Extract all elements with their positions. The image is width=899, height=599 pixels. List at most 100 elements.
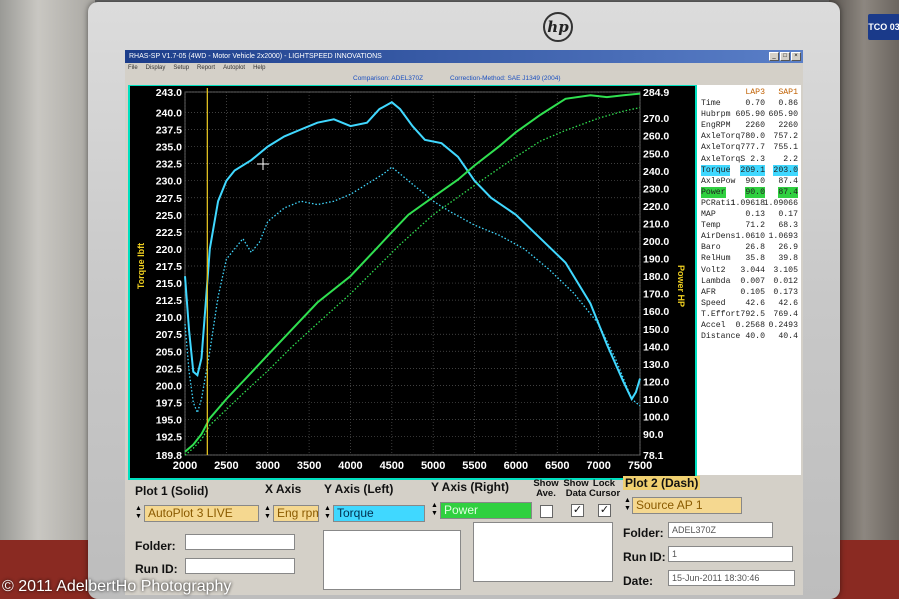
y-right-select[interactable]: Power (440, 502, 532, 519)
run-id2-label: Run ID: (623, 550, 666, 564)
maximize-button[interactable]: □ (780, 52, 790, 61)
date-field: 15-Jun-2011 18:30:46 (668, 570, 795, 586)
header-sap1: SAP1 (778, 88, 798, 97)
y-left-tick-label: 195.0 (156, 415, 182, 427)
y-right-label: Y Axis (Right) (431, 480, 510, 494)
data-row-value-sap1: 1.0693 (768, 232, 798, 242)
data-row-value-lap3: 792.5 (740, 309, 765, 319)
y-right-tick-label: 150.0 (643, 324, 669, 336)
data-row-value-lap3: 35.8 (745, 254, 765, 264)
data-row: AxleTorqS 2.3 2.2 (697, 154, 801, 165)
dyno-chart[interactable]: 2000 2500 3000 3500 4000 4500 5000 5500 6000 6500… (130, 86, 695, 478)
y-right-tick-label: 120.0 (643, 376, 669, 388)
notes2-field[interactable] (473, 522, 613, 582)
y-right-tick-label: 230.0 (643, 183, 669, 195)
y-right-tick-label: 160.0 (643, 306, 669, 318)
tco-badge: TCO 03 (868, 14, 899, 40)
run-id2-field[interactable]: 1 (668, 546, 793, 562)
run-id1-label: Run ID: (135, 562, 178, 576)
menu-setup[interactable]: Setup (173, 63, 189, 74)
photo-watermark: © 2011 AdelbertHo Photography (2, 578, 232, 595)
data-row: Speed 42.6 42.6 (697, 298, 801, 309)
lock-cursor-checkbox[interactable]: ✓ (598, 504, 611, 517)
run-id1-field[interactable] (185, 558, 295, 574)
notes1-field[interactable] (323, 530, 461, 590)
plot1-spin-icon[interactable]: ▲ ▼ (134, 505, 143, 522)
data-row-label: AirDens (701, 232, 736, 242)
plot1-select[interactable]: AutoPlot 3 LIVE (144, 505, 259, 522)
y-left-tick-label: 220.0 (156, 244, 182, 256)
x-axis-select[interactable]: Eng rpm (273, 505, 319, 522)
data-row: Torque 209.1 203.0 (697, 164, 801, 176)
data-row-label: Temp (701, 221, 721, 231)
data-row-value-sap1: 68.3 (778, 221, 798, 231)
data-row-value-lap3: 0.105 (740, 287, 765, 297)
data-row-value-lap3: 209.1 (740, 164, 765, 176)
data-row-label: Hubrpm (701, 110, 731, 120)
show-data-checkbox[interactable]: ✓ (571, 504, 584, 517)
x-tick-label: 3500 (297, 460, 321, 472)
menu-help[interactable]: Help (253, 63, 265, 74)
y-left-tick-label: 210.0 (156, 312, 182, 324)
data-row-value-sap1: 42.6 (778, 298, 798, 308)
data-row: Distance 40.0 40.4 (697, 331, 801, 342)
data-row: MAP 0.13 0.17 (697, 209, 801, 220)
x-tick-label: 4500 (380, 460, 404, 472)
menu-display[interactable]: Display (146, 63, 166, 74)
data-row-value-sap1: 0.173 (773, 287, 798, 297)
data-row: AirDens 1.0610 1.0693 (697, 231, 801, 242)
menu-autoplot[interactable]: Autoplot (223, 63, 245, 74)
data-row-value-lap3: 3.044 (740, 265, 765, 275)
data-row: Volt2 3.044 3.105 (697, 265, 801, 276)
data-row-value-lap3: 0.2568 (735, 321, 765, 330)
background-wall-left (0, 0, 95, 599)
data-row: AFR 0.105 0.173 (697, 287, 801, 298)
y-left-select[interactable]: Torque (333, 505, 425, 522)
data-row-value-sap1: 0.2493 (768, 321, 798, 330)
y-left-tick-label: 205.0 (156, 346, 182, 358)
data-row-value-lap3: 0.13 (745, 210, 765, 219)
data-row-value-sap1: 0.012 (773, 276, 798, 286)
y-left-tick-label: 222.5 (156, 227, 182, 239)
show-ave-checkbox[interactable] (540, 505, 553, 518)
close-button[interactable]: × (791, 52, 801, 61)
y-right-tick-label: 284.9 (643, 87, 669, 99)
x-axis-spin-icon[interactable]: ▲ ▼ (263, 505, 272, 522)
torque-dotted-line (184, 166, 641, 415)
date-label: Date: (623, 574, 654, 588)
menu-file[interactable]: File (128, 63, 138, 74)
data-row-value-sap1: 0.17 (778, 210, 798, 219)
menu-report[interactable]: Report (197, 63, 215, 74)
plot2-spin-icon[interactable]: ▲ ▼ (623, 497, 632, 514)
y-left-tick-label: 225.0 (156, 210, 182, 222)
data-row-value-sap1: 87.4 (778, 186, 798, 198)
minimize-button[interactable]: _ (769, 52, 779, 61)
y-left-tick-label: 240.0 (156, 107, 182, 119)
plot1-label: Plot 1 (Solid) (135, 484, 209, 498)
y-right-tick-label: 240.0 (643, 166, 669, 178)
data-row-label: AxleTorqS (701, 154, 746, 164)
y-right-spin-icon[interactable]: ▲ ▼ (430, 502, 439, 519)
folder1-label: Folder: (135, 539, 176, 553)
data-row: AxleTorq 780.0 757.2 (697, 131, 801, 142)
plot2-select[interactable]: Source AP 1 (632, 497, 742, 514)
x-tick-label: 3000 (255, 460, 279, 472)
folder1-field[interactable] (185, 534, 295, 550)
y-left-tick-label: 227.5 (156, 193, 182, 205)
hp-logo: hp (543, 12, 573, 42)
data-row: Accel 0.2568 0.2493 (697, 320, 801, 331)
y-right-tick-label: 180.0 (643, 271, 669, 283)
data-row-label: Volt2 (701, 265, 726, 275)
y-left-tick-label: 230.0 (156, 176, 182, 188)
data-row-label: Baro (701, 243, 721, 253)
data-row-value-lap3: 90.0 (745, 176, 765, 186)
data-row-label: MAP (701, 210, 716, 219)
data-row-label: AxleTorq (701, 143, 741, 153)
data-row-value-lap3: 2.3 (750, 154, 765, 164)
data-row-value-sap1: 3.105 (773, 265, 798, 275)
folder2-field[interactable]: ADEL370Z (668, 522, 773, 538)
y-left-tick-label: 189.8 (156, 450, 182, 462)
y-left-spin-icon[interactable]: ▲ ▼ (323, 505, 332, 522)
correction-method-text: Correction-Method: SAE J1349 (2004) (450, 75, 561, 82)
data-row-label: Torque (701, 164, 731, 176)
